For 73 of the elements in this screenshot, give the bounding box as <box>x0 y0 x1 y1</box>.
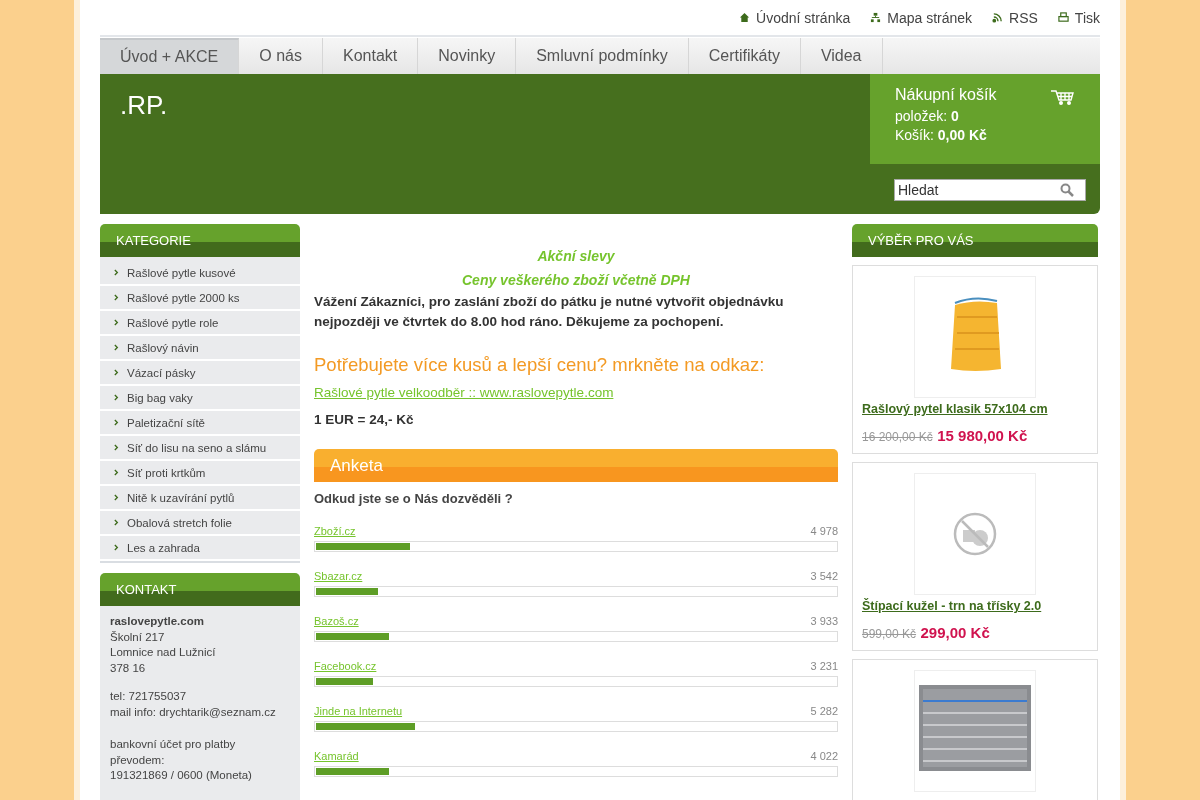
vote-count: 5 282 <box>810 705 838 717</box>
category-link[interactable]: Vázací pásky <box>100 361 300 384</box>
exchange-rate: 1 EUR = 24,- Kč <box>314 412 415 427</box>
category-link[interactable]: Rašlové pytle kusové <box>100 261 300 284</box>
category-link[interactable]: Rašlové pytle 2000 ks <box>100 286 300 309</box>
section-header: KONTAKT <box>100 573 300 606</box>
category-link[interactable]: Les a zahrada <box>100 536 300 559</box>
no-image-icon <box>953 512 997 556</box>
category-link[interactable]: Paletizační sítě <box>100 411 300 434</box>
email-text: mail info: drychtarik@seznam.cz <box>110 704 277 720</box>
category-link[interactable]: Síť proti krtkům <box>100 461 300 484</box>
bullet-icon <box>114 444 119 451</box>
company-name: raslovepytle.com <box>110 615 204 627</box>
poll-header: Anketa <box>314 449 838 482</box>
product-name[interactable]: Štípací kužel - trn na třísky 2.0 <box>862 599 1088 613</box>
search-field[interactable]: Hledat <box>894 179 1086 201</box>
total-label: Košík: <box>895 127 934 143</box>
address-line: Lomnice nad Lužnicí <box>110 645 217 660</box>
top-link[interactable]: Mapa stránek <box>870 9 973 26</box>
rss-icon <box>992 12 1004 23</box>
cart-total: 0,00 Kč <box>937 127 987 143</box>
vote-count: 4 978 <box>810 525 838 537</box>
items-count: 0 <box>951 108 959 124</box>
category-link[interactable]: Nitě k uzavírání pytlů <box>100 486 300 509</box>
top-link[interactable]: RSS <box>992 9 1038 26</box>
subheadline: Ceny veškerého zboží včetně DPH <box>461 271 691 290</box>
sitemap-icon <box>870 12 882 23</box>
old-price: 16 200,00 Kč <box>862 430 933 444</box>
category-link[interactable]: Obalová stretch folie <box>100 511 300 534</box>
bullet-icon <box>114 419 119 426</box>
address-line: Školní 217 <box>110 629 166 645</box>
bullet-icon <box>114 469 119 476</box>
promo-text: Potřebujete více kusů a lepší cenu? mrkněte na odkaz: <box>314 354 765 375</box>
address-line: 378 16 <box>110 660 147 676</box>
phone-text: tel: 721755037 <box>110 689 188 704</box>
top-link[interactable]: Tisk <box>1057 9 1100 26</box>
bullet-icon <box>114 519 119 526</box>
cart-icon <box>1051 89 1075 105</box>
vote-count: 3 542 <box>810 570 838 582</box>
bullet-icon <box>114 544 119 551</box>
site-title: .RP. <box>119 89 169 122</box>
bank-text: bankovní účet pro platby převodem: <box>110 737 237 768</box>
category-link[interactable]: Síť do lisu na seno a slámu <box>100 436 300 459</box>
section-header: KATEGORIE <box>100 224 300 257</box>
vote-count: 4 022 <box>810 750 838 762</box>
poll-question: Odkud jste se o Nás dozvěděli ? <box>314 491 514 506</box>
product-name[interactable]: Rašlový pytel klasik 57x104 cm <box>862 402 1088 416</box>
vote-count: 3 933 <box>810 615 838 627</box>
section-header: VÝBĚR PRO VÁS <box>852 224 1098 257</box>
headline: Akční slevy <box>536 247 616 266</box>
printer-icon <box>1057 12 1069 23</box>
house-icon <box>739 12 751 23</box>
cart-title: Nákupní košík <box>895 86 997 104</box>
sale-price: 299,00 Kč <box>920 624 990 641</box>
vote-count: 3 231 <box>810 660 838 672</box>
category-link[interactable]: Big bag vaky <box>100 386 300 409</box>
bullet-icon <box>114 394 119 401</box>
items-label: položek: <box>895 108 948 124</box>
bullet-icon <box>114 369 119 376</box>
category-link[interactable]: Rašlové pytle role <box>100 311 300 334</box>
bullet-icon <box>114 294 119 301</box>
top-link[interactable]: Úvodní stránka <box>739 9 851 26</box>
bank-account: 191321869 / 0600 (Moneta) <box>110 768 253 783</box>
search-icon[interactable] <box>1060 183 1074 197</box>
bullet-icon <box>114 344 119 351</box>
bullet-icon <box>114 494 119 501</box>
old-price: 599,00 Kč <box>862 627 917 641</box>
category-link[interactable]: Rašlový návin <box>100 336 300 359</box>
sale-price: 15 980,00 Kč <box>937 427 1028 444</box>
bullet-icon <box>114 269 119 276</box>
bullet-icon <box>114 319 119 326</box>
notice-text: Vážení Zákazníci, pro zaslání zboží do pátku je nutné vytvořit objednávku nejpozději ve čtvrtek do 8.00 hod ráno. Děkujeme za pochopení. <box>314 293 785 331</box>
nav-tab[interactable]: Úvod + AKCE <box>100 38 240 74</box>
